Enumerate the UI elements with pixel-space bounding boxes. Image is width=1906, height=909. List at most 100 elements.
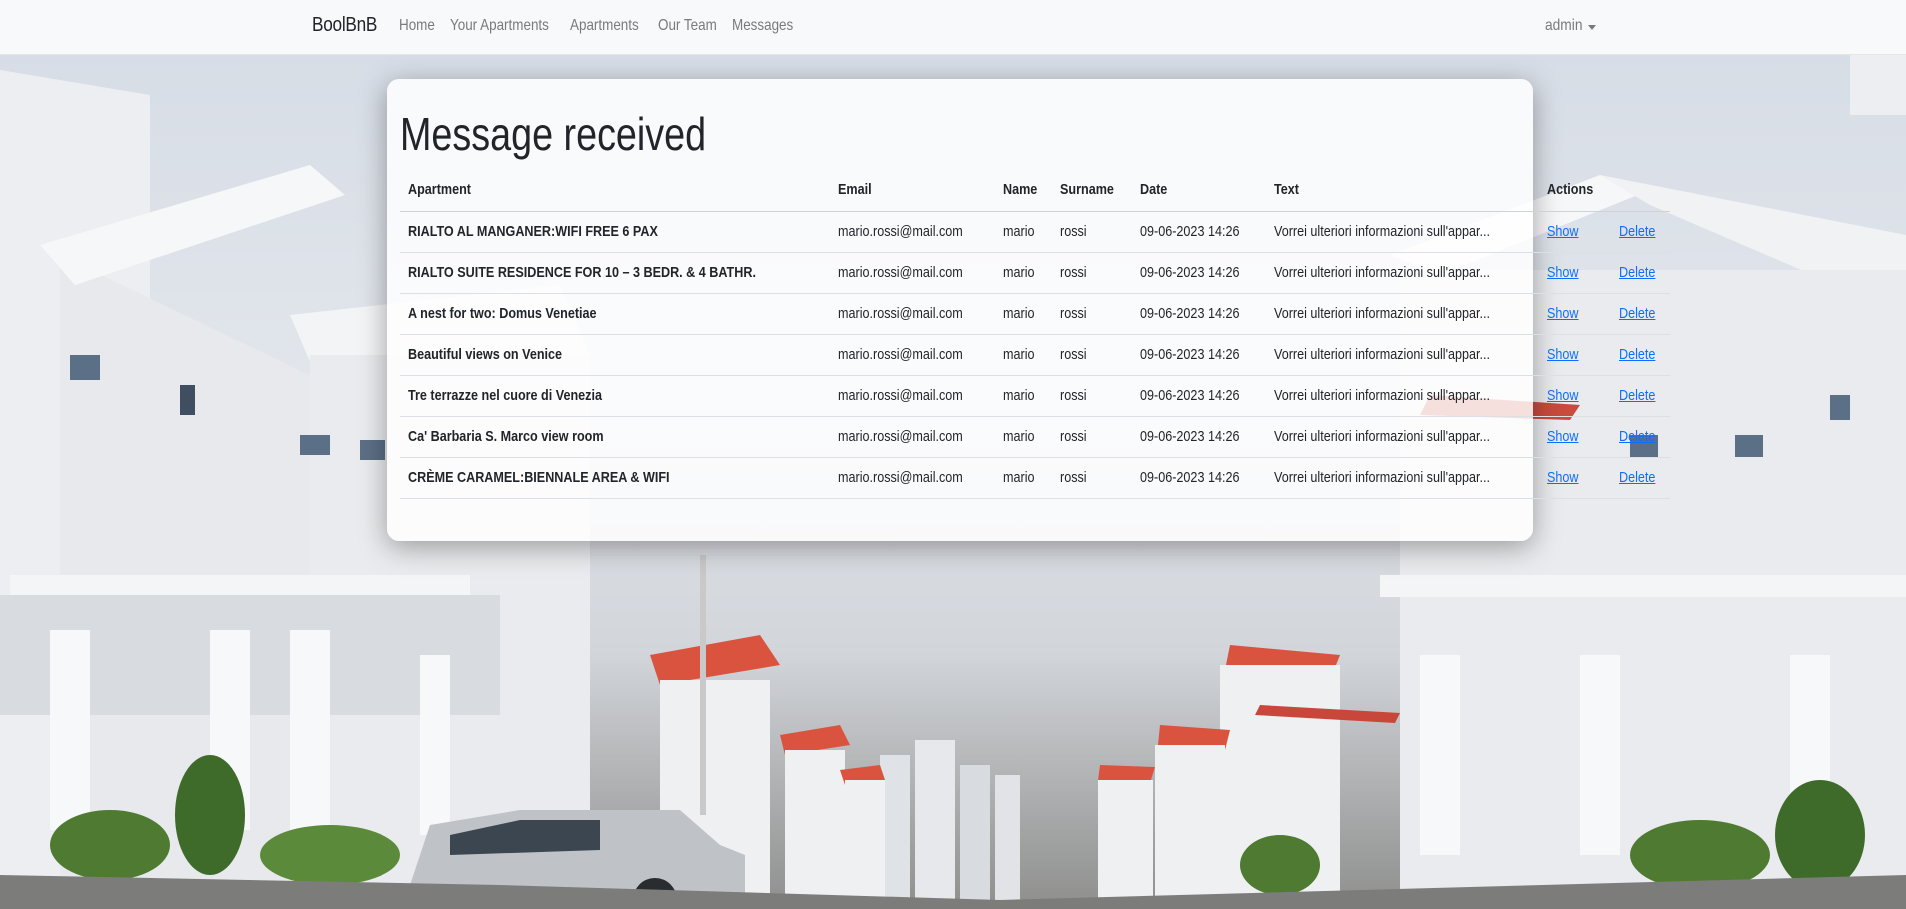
cell-delete: Delete	[1610, 416, 1670, 458]
cell-text: Vorrei ulteriori informazioni sull'appar…	[1266, 293, 1540, 335]
cell-date: 09-06-2023 14:26	[1131, 457, 1267, 499]
cell-show: Show	[1539, 375, 1611, 417]
cell-name: mario	[994, 457, 1052, 499]
cell-text: Vorrei ulteriori informazioni sull'appar…	[1266, 416, 1540, 458]
cell-surname: rossi	[1051, 211, 1132, 253]
user-name: admin	[1545, 17, 1583, 34]
cell-email: mario.rossi@mail.com	[830, 457, 995, 499]
cell-apartment: CRÈME CARAMEL:BIENNALE AREA & WIFI	[400, 457, 831, 499]
show-link[interactable]: Show	[1547, 346, 1579, 363]
cell-text: Vorrei ulteriori informazioni sull'appar…	[1266, 252, 1540, 294]
nav-link-home[interactable]: Home	[399, 17, 435, 35]
header-actions-spacer	[1610, 169, 1670, 212]
cell-email: mario.rossi@mail.com	[830, 375, 995, 417]
delete-link[interactable]: Delete	[1619, 223, 1655, 240]
cell-date: 09-06-2023 14:26	[1131, 416, 1267, 458]
cell-date: 09-06-2023 14:26	[1131, 293, 1267, 335]
cell-show: Show	[1539, 252, 1611, 294]
cell-surname: rossi	[1051, 293, 1132, 335]
table-row: RIALTO SUITE RESIDENCE FOR 10 – 3 BEDR. …	[400, 252, 1670, 294]
header-surname: Surname	[1051, 169, 1132, 212]
cell-date: 09-06-2023 14:26	[1131, 252, 1267, 294]
cell-show: Show	[1539, 334, 1611, 376]
navbar: BoolBnB Home Your Apartments Apartments …	[0, 0, 1906, 55]
cell-apartment: Ca' Barbaria S. Marco view room	[400, 416, 831, 458]
cell-name: mario	[994, 416, 1052, 458]
show-link[interactable]: Show	[1547, 428, 1579, 445]
cell-email: mario.rossi@mail.com	[830, 211, 995, 253]
header-actions: Actions	[1539, 169, 1611, 212]
cell-email: mario.rossi@mail.com	[830, 252, 995, 294]
cell-delete: Delete	[1610, 375, 1670, 417]
cell-email: mario.rossi@mail.com	[830, 416, 995, 458]
table-row: Ca' Barbaria S. Marco view room mario.ro…	[400, 416, 1670, 458]
cell-surname: rossi	[1051, 252, 1132, 294]
nav-link-apartments[interactable]: Apartments	[570, 17, 639, 35]
nav-link-our-team[interactable]: Our Team	[658, 17, 717, 35]
cell-apartment: A nest for two: Domus Venetiae	[400, 293, 831, 335]
cell-delete: Delete	[1610, 457, 1670, 499]
delete-link[interactable]: Delete	[1619, 428, 1655, 445]
header-text: Text	[1266, 169, 1540, 212]
cell-name: mario	[994, 252, 1052, 294]
caret-down-icon	[1588, 24, 1596, 30]
cell-apartment: Beautiful views on Venice	[400, 334, 831, 376]
cell-text: Vorrei ulteriori informazioni sull'appar…	[1266, 375, 1540, 417]
cell-surname: rossi	[1051, 334, 1132, 376]
nav-link-messages[interactable]: Messages	[732, 17, 793, 35]
cell-text: Vorrei ulteriori informazioni sull'appar…	[1266, 211, 1540, 253]
table-row: CRÈME CARAMEL:BIENNALE AREA & WIFI mario…	[400, 457, 1670, 499]
delete-link[interactable]: Delete	[1619, 305, 1655, 322]
cell-delete: Delete	[1610, 334, 1670, 376]
brand-logo[interactable]: BoolBnB	[312, 14, 377, 37]
delete-link[interactable]: Delete	[1619, 264, 1655, 281]
header-email: Email	[830, 169, 995, 212]
table-row: A nest for two: Domus Venetiae mario.ros…	[400, 293, 1670, 335]
cell-email: mario.rossi@mail.com	[830, 334, 995, 376]
messages-table-body: RIALTO AL MANGANER:WIFI FREE 6 PAX mario…	[400, 211, 1670, 499]
header-apartment: Apartment	[400, 169, 831, 212]
delete-link[interactable]: Delete	[1619, 346, 1655, 363]
cell-apartment: Tre terrazze nel cuore di Venezia	[400, 375, 831, 417]
cell-date: 09-06-2023 14:26	[1131, 334, 1267, 376]
page-title: Message received	[400, 108, 707, 160]
show-link[interactable]: Show	[1547, 223, 1579, 240]
show-link[interactable]: Show	[1547, 387, 1579, 404]
show-link[interactable]: Show	[1547, 264, 1579, 281]
cell-show: Show	[1539, 457, 1611, 499]
cell-surname: rossi	[1051, 457, 1132, 499]
cell-text: Vorrei ulteriori informazioni sull'appar…	[1266, 334, 1540, 376]
messages-card: Message received Apartment Email Name Su…	[387, 79, 1670, 541]
user-dropdown[interactable]: admin	[1545, 17, 1596, 35]
cell-surname: rossi	[1051, 375, 1132, 417]
cell-delete: Delete	[1610, 252, 1670, 294]
cell-apartment: RIALTO SUITE RESIDENCE FOR 10 – 3 BEDR. …	[400, 252, 831, 294]
cell-date: 09-06-2023 14:26	[1131, 375, 1267, 417]
show-link[interactable]: Show	[1547, 469, 1579, 486]
cell-surname: rossi	[1051, 416, 1132, 458]
cell-name: mario	[994, 211, 1052, 253]
nav-link-your-apartments[interactable]: Your Apartments	[450, 17, 549, 35]
delete-link[interactable]: Delete	[1619, 469, 1655, 486]
show-link[interactable]: Show	[1547, 305, 1579, 322]
table-row: RIALTO AL MANGANER:WIFI FREE 6 PAX mario…	[400, 211, 1670, 253]
cell-show: Show	[1539, 416, 1611, 458]
cell-text: Vorrei ulteriori informazioni sull'appar…	[1266, 457, 1540, 499]
cell-date: 09-06-2023 14:26	[1131, 211, 1267, 253]
cell-name: mario	[994, 293, 1052, 335]
table-row: Tre terrazze nel cuore di Venezia mario.…	[400, 375, 1670, 417]
cell-delete: Delete	[1610, 293, 1670, 335]
cell-name: mario	[994, 375, 1052, 417]
header-date: Date	[1131, 169, 1267, 212]
messages-table: Apartment Email Name Surname Date Text A…	[400, 169, 1670, 499]
table-row: Beautiful views on Venice mario.rossi@ma…	[400, 334, 1670, 376]
cell-show: Show	[1539, 211, 1611, 253]
cell-show: Show	[1539, 293, 1611, 335]
cell-delete: Delete	[1610, 211, 1670, 253]
delete-link[interactable]: Delete	[1619, 387, 1655, 404]
table-header-row: Apartment Email Name Surname Date Text A…	[400, 169, 1670, 212]
cell-email: mario.rossi@mail.com	[830, 293, 995, 335]
cell-name: mario	[994, 334, 1052, 376]
nav-links: Home Your Apartments Apartments Our Team…	[399, 17, 808, 35]
cell-apartment: RIALTO AL MANGANER:WIFI FREE 6 PAX	[400, 211, 831, 253]
